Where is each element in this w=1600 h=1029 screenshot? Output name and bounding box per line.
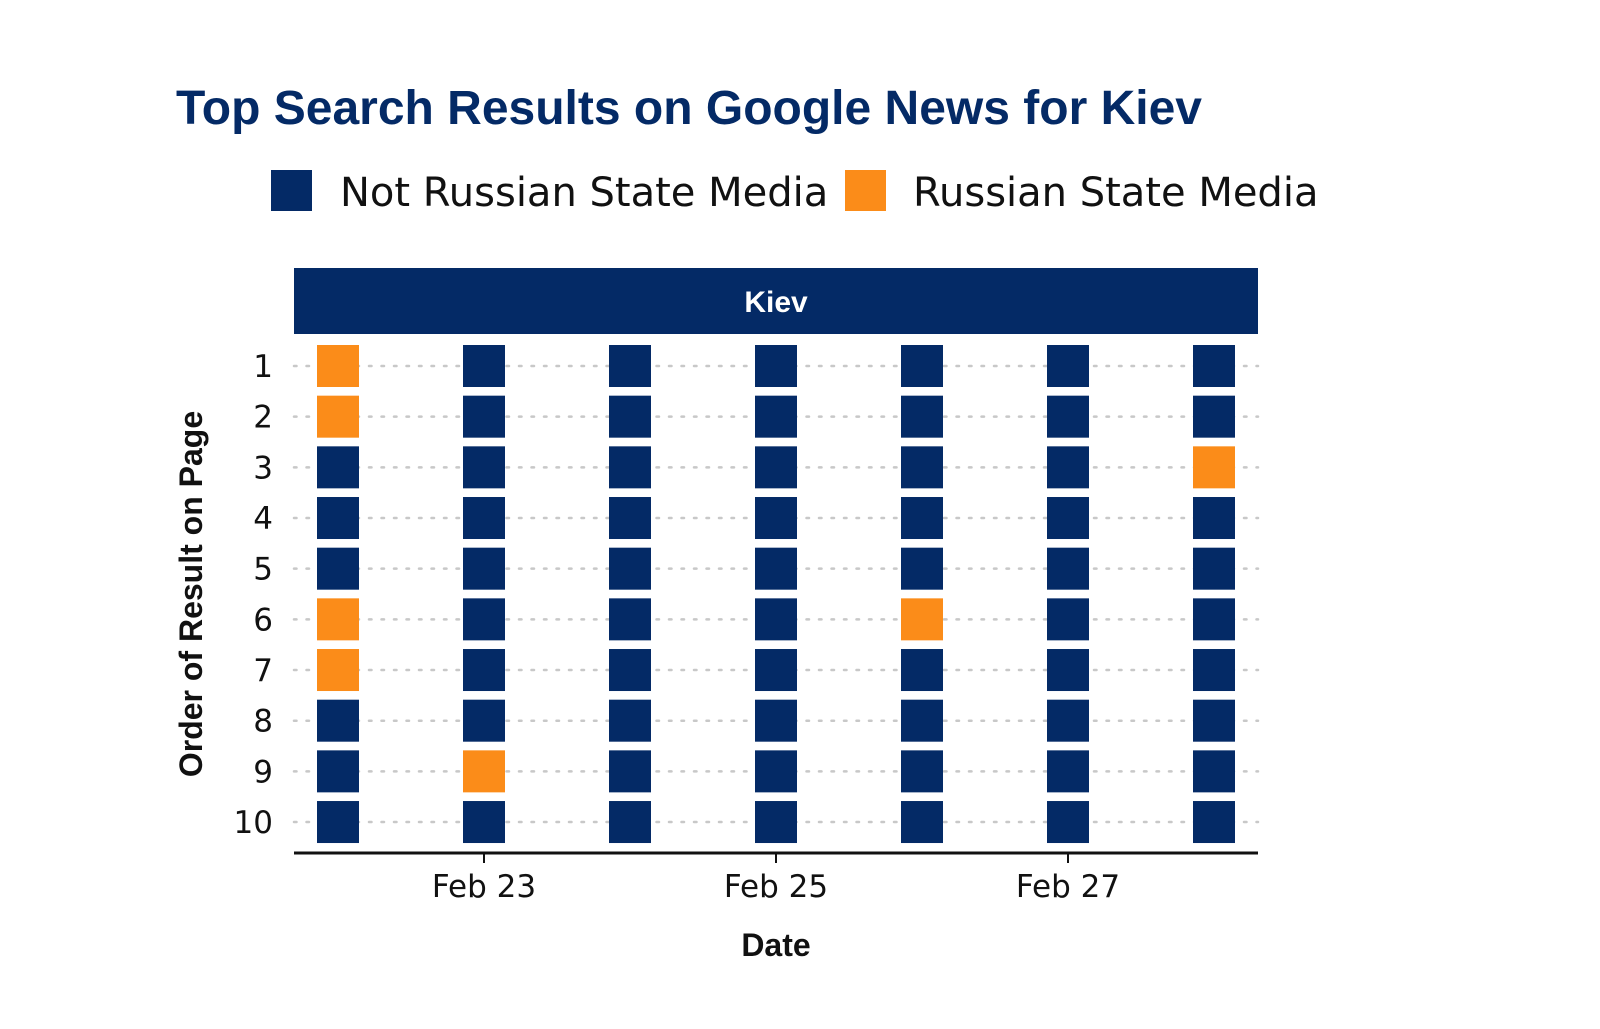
tile-feb-27-rank-9-not-rsm xyxy=(1047,750,1089,793)
tile-feb-25-rank-3-not-rsm xyxy=(755,446,797,489)
tile-feb-27-rank-2-not-rsm xyxy=(1047,395,1089,438)
tile-feb-26-rank-5-not-rsm xyxy=(901,547,943,590)
tile-feb-23-rank-6-not-rsm xyxy=(463,598,505,641)
y-tick-label-9: 9 xyxy=(253,754,273,790)
tile-feb-23-rank-1-not-rsm xyxy=(463,345,505,387)
y-tick-label-1: 1 xyxy=(253,349,273,385)
tile-feb-28-rank-1-not-rsm xyxy=(1193,345,1235,387)
legend-swatch-rsm xyxy=(845,170,886,211)
tile-feb-24-rank-9-not-rsm xyxy=(609,750,651,793)
facet-label: Kiev xyxy=(744,286,808,319)
tile-feb-26-rank-6-rsm xyxy=(901,598,943,641)
tile-feb-28-rank-8-not-rsm xyxy=(1193,699,1235,742)
chart: Top Search Results on Google News for Ki… xyxy=(173,82,1318,963)
tile-feb-23-rank-10-not-rsm xyxy=(463,801,505,844)
tile-feb-22-rank-8-not-rsm xyxy=(317,699,359,742)
tile-feb-22-rank-4-not-rsm xyxy=(317,497,359,540)
tile-feb-22-rank-1-rsm xyxy=(317,345,359,387)
tile-feb-25-rank-6-not-rsm xyxy=(755,598,797,641)
tile-feb-22-rank-9-not-rsm xyxy=(317,750,359,793)
tile-feb-23-rank-9-rsm xyxy=(463,750,505,793)
tile-feb-28-rank-4-not-rsm xyxy=(1193,497,1235,540)
y-tick-label-8: 8 xyxy=(253,704,273,740)
tile-feb-28-rank-5-not-rsm xyxy=(1193,547,1235,590)
x-tick-label-feb-27: Feb 27 xyxy=(1016,869,1120,905)
tile-feb-23-rank-8-not-rsm xyxy=(463,699,505,742)
tile-feb-24-rank-7-not-rsm xyxy=(609,649,651,692)
tile-feb-24-rank-5-not-rsm xyxy=(609,547,651,590)
tile-feb-28-rank-10-not-rsm xyxy=(1193,801,1235,844)
tile-feb-27-rank-4-not-rsm xyxy=(1047,497,1089,540)
tile-feb-27-rank-8-not-rsm xyxy=(1047,699,1089,742)
tile-feb-27-rank-5-not-rsm xyxy=(1047,547,1089,590)
tile-feb-25-rank-1-not-rsm xyxy=(755,345,797,387)
tile-feb-22-rank-7-rsm xyxy=(317,649,359,692)
x-axis-ticks: Feb 23 Feb 25 Feb 27 xyxy=(432,853,1120,905)
tile-feb-26-rank-1-not-rsm xyxy=(901,345,943,387)
tile-feb-24-rank-1-not-rsm xyxy=(609,345,651,387)
tile-feb-26-rank-8-not-rsm xyxy=(901,699,943,742)
tile-feb-23-rank-2-not-rsm xyxy=(463,395,505,438)
tiles xyxy=(317,345,1235,844)
y-axis-title: Order of Result on Page xyxy=(173,411,209,777)
y-tick-label-7: 7 xyxy=(253,653,273,689)
y-tick-label-5: 5 xyxy=(253,552,273,588)
tile-feb-28-rank-3-rsm xyxy=(1193,446,1235,489)
tile-feb-28-rank-2-not-rsm xyxy=(1193,395,1235,438)
tile-feb-27-rank-3-not-rsm xyxy=(1047,446,1089,489)
tile-feb-24-rank-3-not-rsm xyxy=(609,446,651,489)
tile-feb-25-rank-4-not-rsm xyxy=(755,497,797,540)
x-axis-title: Date xyxy=(741,927,810,963)
tile-feb-25-rank-10-not-rsm xyxy=(755,801,797,844)
x-tick-label-feb-25: Feb 25 xyxy=(724,869,828,905)
tile-feb-23-rank-3-not-rsm xyxy=(463,446,505,489)
y-tick-label-4: 4 xyxy=(253,501,273,537)
tile-feb-24-rank-6-not-rsm xyxy=(609,598,651,641)
chart-title: Top Search Results on Google News for Ki… xyxy=(176,82,1202,135)
y-tick-label-6: 6 xyxy=(253,602,273,638)
tile-feb-27-rank-10-not-rsm xyxy=(1047,801,1089,844)
tile-feb-27-rank-7-not-rsm xyxy=(1047,649,1089,692)
tile-feb-22-rank-6-rsm xyxy=(317,598,359,641)
tile-feb-25-rank-5-not-rsm xyxy=(755,547,797,590)
legend: Not Russian State Media Russian State Me… xyxy=(271,170,1318,216)
tile-feb-27-rank-1-not-rsm xyxy=(1047,345,1089,387)
tile-feb-24-rank-4-not-rsm xyxy=(609,497,651,540)
tile-feb-22-rank-3-not-rsm xyxy=(317,446,359,489)
tile-feb-25-rank-2-not-rsm xyxy=(755,395,797,438)
legend-swatch-not-rsm xyxy=(271,170,312,211)
x-tick-label-feb-23: Feb 23 xyxy=(432,869,536,905)
tile-feb-25-rank-8-not-rsm xyxy=(755,699,797,742)
tile-feb-25-rank-7-not-rsm xyxy=(755,649,797,692)
tile-feb-22-rank-5-not-rsm xyxy=(317,547,359,590)
y-tick-label-3: 3 xyxy=(253,450,273,486)
legend-label-not-rsm: Not Russian State Media xyxy=(340,170,828,216)
tile-feb-26-rank-10-not-rsm xyxy=(901,801,943,844)
tile-feb-24-rank-8-not-rsm xyxy=(609,699,651,742)
tile-feb-28-rank-6-not-rsm xyxy=(1193,598,1235,641)
tile-feb-26-rank-4-not-rsm xyxy=(901,497,943,540)
tile-feb-23-rank-5-not-rsm xyxy=(463,547,505,590)
tile-feb-28-rank-9-not-rsm xyxy=(1193,750,1235,793)
tile-feb-26-rank-7-not-rsm xyxy=(901,649,943,692)
y-tick-label-2: 2 xyxy=(253,400,273,436)
tile-feb-24-rank-2-not-rsm xyxy=(609,395,651,438)
tile-feb-23-rank-4-not-rsm xyxy=(463,497,505,540)
y-tick-label-10: 10 xyxy=(234,805,273,841)
tile-feb-24-rank-10-not-rsm xyxy=(609,801,651,844)
y-axis-tick-labels: 1 2 3 4 5 6 7 8 9 10 xyxy=(234,349,273,841)
tile-feb-26-rank-9-not-rsm xyxy=(901,750,943,793)
tile-feb-26-rank-2-not-rsm xyxy=(901,395,943,438)
tile-feb-25-rank-9-not-rsm xyxy=(755,750,797,793)
tile-feb-27-rank-6-not-rsm xyxy=(1047,598,1089,641)
tile-feb-28-rank-7-not-rsm xyxy=(1193,649,1235,692)
tile-feb-22-rank-2-rsm xyxy=(317,395,359,438)
tile-feb-23-rank-7-not-rsm xyxy=(463,649,505,692)
tile-feb-26-rank-3-not-rsm xyxy=(901,446,943,489)
tile-feb-22-rank-10-not-rsm xyxy=(317,801,359,844)
legend-label-rsm: Russian State Media xyxy=(913,170,1318,216)
